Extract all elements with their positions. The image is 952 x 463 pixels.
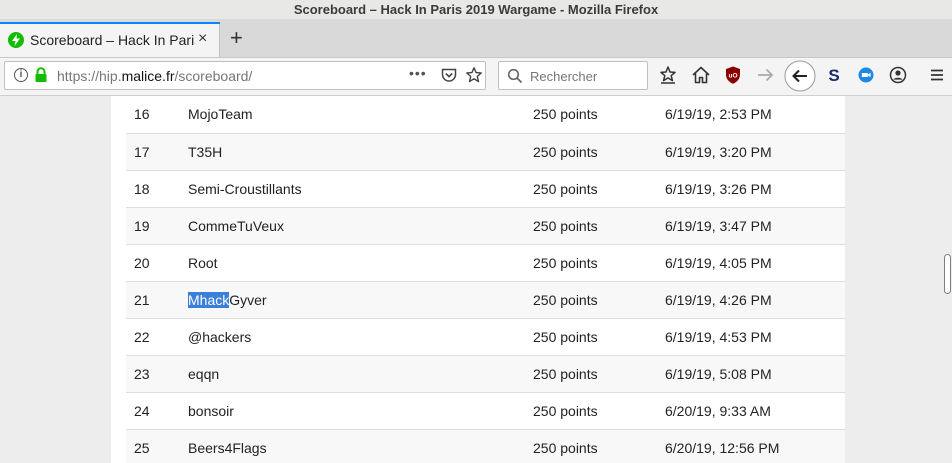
lightning-favicon-icon [8, 32, 24, 48]
extension-blue-icon[interactable] [855, 64, 877, 86]
rank-cell: 23 [126, 354, 188, 392]
time-cell: 6/20/19, 12:56 PM [665, 428, 845, 463]
team-name-cell[interactable]: @hackers [188, 317, 533, 355]
active-tab-indicator [0, 22, 220, 24]
rank-cell: 18 [126, 169, 188, 207]
time-cell: 6/19/19, 4:53 PM [665, 317, 845, 355]
rank-cell: 21 [126, 280, 188, 318]
site-info-icon[interactable]: i [14, 68, 28, 82]
url-path: /scoreboard/ [174, 68, 253, 84]
rank-cell: 22 [126, 317, 188, 355]
svg-text:S: S [828, 66, 839, 85]
library-star-icon[interactable] [657, 64, 679, 86]
points-cell: 250 points [533, 106, 598, 123]
search-placeholder: Rechercher [530, 69, 598, 84]
lock-icon [35, 67, 47, 82]
points-cell: 250 points [533, 132, 665, 170]
table-row: 18 Semi-Croustillants 250 points 6/19/19, 3… [126, 169, 845, 207]
team-name-cell[interactable]: Semi-Croustillants [188, 169, 533, 207]
scoreboard-table: 16 MojoTeam 250 points 6/19/19, 2:53 PM 17 T3… [126, 96, 845, 463]
search-box[interactable]: Rechercher [498, 61, 648, 90]
team-name-cell[interactable]: MojoTeam [188, 96, 533, 133]
points-cell: 250 points [533, 354, 665, 392]
table-row: 24 bonsoir 250 points 6/20/19, 9:33 AM [126, 391, 845, 429]
rank-cell: 24 [126, 391, 188, 429]
scoreboard-card: 16 MojoTeam 250 points 6/19/19, 2:53 PM 17 T3… [111, 96, 845, 463]
time-cell: 6/19/19, 3:47 PM [665, 206, 845, 244]
svg-text:uO: uO [728, 73, 737, 80]
table-row: 19 CommeTuVeux 250 points 6/19/19, 3:47 PM [126, 206, 845, 244]
table-row: 21 MhackGyver 250 points 6/19/19, 4:26 PM [126, 280, 845, 318]
time-cell: 6/19/19, 3:20 PM [665, 132, 845, 170]
table-row: 17 T35H 250 points 6/19/19, 3:20 PM [126, 132, 845, 170]
rank-cell: 16 [134, 106, 150, 123]
window-title: Scoreboard – Hack In Paris 2019 Wargame … [0, 0, 952, 19]
points-cell: 250 points [533, 391, 665, 429]
team-name-cell[interactable]: eqqn [188, 354, 533, 392]
time-cell: 6/19/19, 3:26 PM [665, 169, 845, 207]
table-row: 16 MojoTeam 250 points 6/19/19, 2:53 PM [126, 96, 845, 133]
rank-cell: 19 [126, 206, 188, 244]
table-row: 20 Root 250 points 6/19/19, 4:05 PM [126, 243, 845, 281]
forward-arrow-icon[interactable] [754, 64, 776, 86]
rank-cell: 20 [126, 243, 188, 281]
time-cell: 6/20/19, 9:33 AM [665, 391, 845, 429]
rank-cell: 17 [126, 132, 188, 170]
team-name-rest: Gyver [229, 291, 267, 308]
home-icon[interactable] [690, 64, 712, 86]
points-cell: 250 points [533, 243, 665, 281]
url-bar[interactable]: i https://hip.malice.fr/scoreboard/ ••• [4, 61, 486, 90]
time-cell: 6/19/19, 4:26 PM [665, 280, 845, 318]
new-tab-button[interactable]: + [230, 27, 243, 49]
selected-text: Mhack [188, 291, 230, 308]
tab-scoreboard[interactable]: Scoreboard – Hack In Paris 2019 Wargame … [0, 22, 220, 57]
page-viewport: 16 MojoTeam 250 points 6/19/19, 2:53 PM 17 T3… [0, 96, 952, 463]
points-cell: 250 points [533, 206, 665, 244]
table-row: 25 Beers4Flags 250 points 6/20/19, 12:56 PM [126, 428, 845, 463]
page-actions-icon[interactable]: ••• [409, 65, 427, 81]
points-cell: 250 points [533, 428, 665, 463]
tab-title: Scoreboard – Hack In Paris 2019 Wargame [30, 32, 195, 48]
time-cell: 6/19/19, 2:53 PM [665, 106, 772, 123]
scrollbar-thumb[interactable] [944, 254, 951, 294]
back-button-icon[interactable] [784, 60, 816, 92]
navigation-toolbar: i https://hip.malice.fr/scoreboard/ ••• … [0, 58, 952, 96]
bookmark-star-icon[interactable] [465, 66, 483, 84]
menu-hamburger-icon[interactable] [926, 64, 948, 86]
team-name-cell[interactable]: T35H [188, 132, 533, 170]
team-name-cell[interactable]: MhackGyver [188, 280, 533, 318]
pocket-icon[interactable] [441, 68, 457, 83]
tab-strip: Scoreboard – Hack In Paris 2019 Wargame … [0, 19, 952, 58]
team-name-cell[interactable]: Beers4Flags [188, 428, 533, 463]
table-row: 23 eqqn 250 points 6/19/19, 5:08 PM [126, 354, 845, 392]
url-domain: malice.fr [121, 68, 175, 84]
time-cell: 6/19/19, 5:08 PM [665, 354, 845, 392]
team-name-cell[interactable]: CommeTuVeux [188, 206, 533, 244]
time-cell: 6/19/19, 4:05 PM [665, 243, 845, 281]
ublock-shield-icon[interactable]: uO [722, 64, 744, 86]
url-text[interactable]: https://hip.malice.fr/scoreboard/ [57, 68, 252, 84]
extension-s-icon[interactable]: S [823, 64, 845, 86]
points-cell: 250 points [533, 169, 665, 207]
tab-close-icon[interactable]: × [198, 30, 207, 48]
points-cell: 250 points [533, 317, 665, 355]
rank-cell: 25 [126, 428, 188, 463]
search-icon [507, 68, 523, 84]
account-icon[interactable] [887, 64, 909, 86]
team-name-cell[interactable]: bonsoir [188, 391, 533, 429]
table-row: 22 @hackers 250 points 6/19/19, 4:53 PM [126, 317, 845, 355]
points-cell: 250 points [533, 280, 665, 318]
team-name-cell[interactable]: Root [188, 243, 533, 281]
url-scheme: https://hip. [57, 68, 122, 84]
